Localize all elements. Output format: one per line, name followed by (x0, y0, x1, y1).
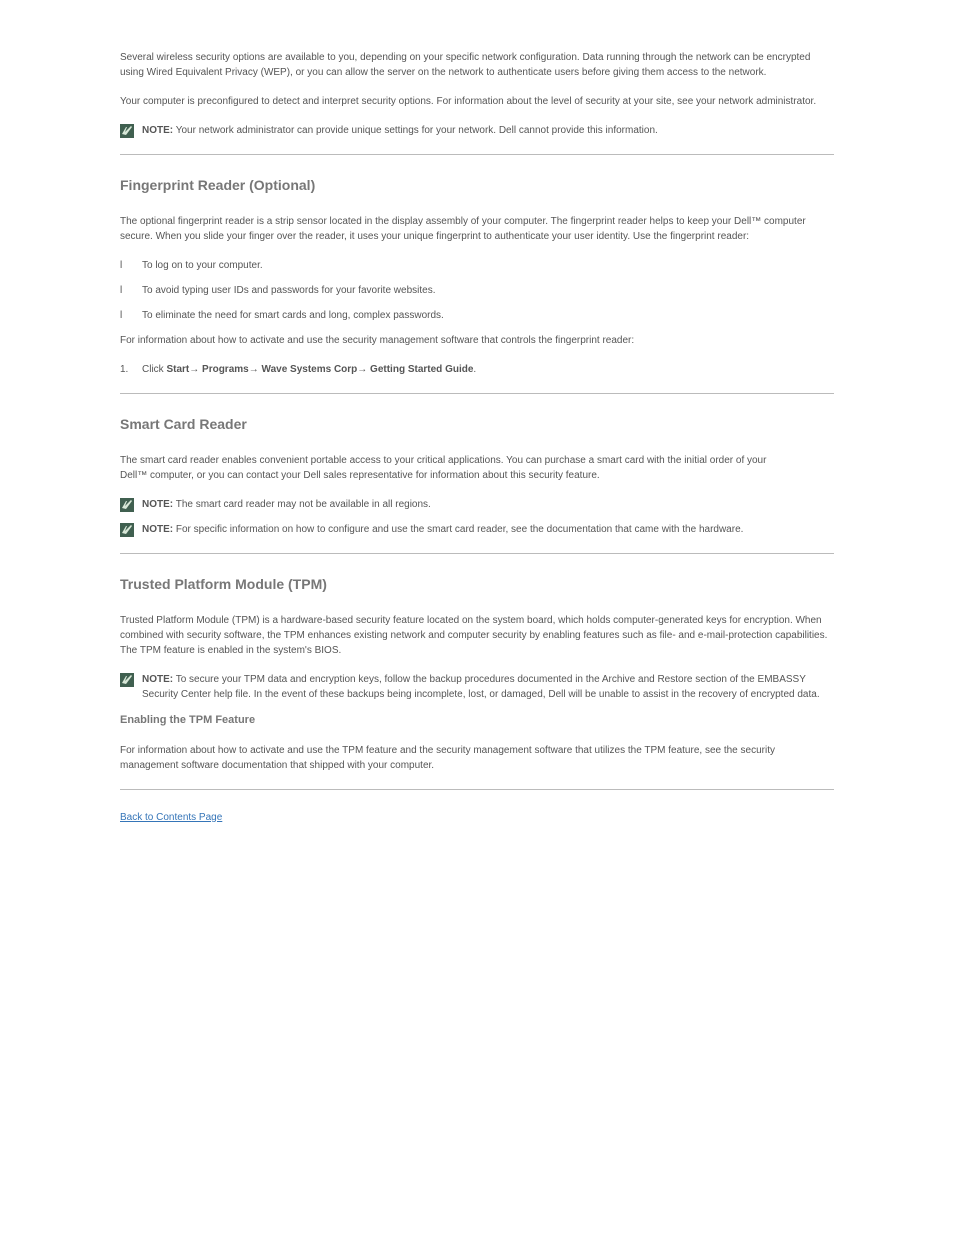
note-label: NOTE: (142, 499, 173, 510)
step-number: 1. (120, 362, 132, 377)
bullet-text: To avoid typing user IDs and passwords f… (142, 283, 435, 298)
back-link[interactable]: Back to Contents Page (120, 812, 222, 823)
step-gsg: Getting Started Guide (367, 364, 473, 375)
intro-p2: Your computer is preconfigured to detect… (120, 94, 834, 109)
step-wave: Wave Systems Corp (259, 364, 358, 375)
tpm-note: NOTE: To secure your TPM data and encryp… (120, 672, 834, 702)
section-divider (120, 789, 834, 790)
note-body: For specific information on how to confi… (173, 524, 743, 535)
section-divider (120, 553, 834, 554)
bullet-text: To log on to your computer. (142, 258, 263, 273)
note-icon (120, 498, 134, 512)
note-body: Your network administrator can provide u… (173, 125, 658, 136)
note-icon (120, 673, 134, 687)
smartcard-p1: The smart card reader enables convenient… (120, 453, 834, 483)
section-divider (120, 393, 834, 394)
smartcard-note2-text: NOTE: For specific information on how to… (142, 522, 743, 537)
fingerprint-p2: For information about how to activate an… (120, 333, 834, 348)
step-text: Click Start→ Programs→ Wave Systems Corp… (142, 362, 476, 377)
tpm-subheading: Enabling the TPM Feature (120, 712, 834, 729)
intro-p1: Several wireless security options are av… (120, 50, 834, 80)
smartcard-heading: Smart Card Reader (120, 414, 834, 435)
arrow-icon: → (189, 364, 199, 375)
step-start: Start (166, 364, 189, 375)
smartcard-p1a: The smart card reader enables convenient… (120, 455, 766, 466)
smartcard-p1b: Dell™ computer, or you can contact your … (120, 470, 600, 481)
note-body: To secure your TPM data and encryption k… (142, 674, 820, 700)
smartcard-note-2: NOTE: For specific information on how to… (120, 522, 834, 537)
note-label: NOTE: (142, 524, 173, 535)
note-body: The smart card reader may not be availab… (173, 499, 431, 510)
section-divider (120, 154, 834, 155)
fingerprint-bullet-1: l To log on to your computer. (120, 258, 834, 273)
fingerprint-p1: The optional fingerprint reader is a str… (120, 214, 834, 244)
arrow-icon: → (249, 364, 259, 375)
intro-note: NOTE: Your network administrator can pro… (120, 123, 834, 138)
step-pre: Click (142, 364, 166, 375)
tpm-p2: For information about how to activate an… (120, 743, 834, 773)
step-programs: Programs (199, 364, 248, 375)
fingerprint-heading: Fingerprint Reader (Optional) (120, 175, 834, 196)
tpm-note-text: NOTE: To secure your TPM data and encryp… (142, 672, 834, 702)
fingerprint-step-1: 1. Click Start→ Programs→ Wave Systems C… (120, 362, 834, 377)
note-label: NOTE: (142, 125, 173, 136)
step-after: . (473, 364, 476, 375)
tpm-p1: Trusted Platform Module (TPM) is a hardw… (120, 613, 834, 658)
bullet-marker: l (120, 308, 132, 323)
note-icon (120, 523, 134, 537)
fingerprint-bullet-2: l To avoid typing user IDs and passwords… (120, 283, 834, 298)
arrow-icon: → (357, 364, 367, 375)
smartcard-note-1: NOTE: The smart card reader may not be a… (120, 497, 834, 512)
tpm-heading: Trusted Platform Module (TPM) (120, 574, 834, 595)
note-label: NOTE: (142, 674, 173, 685)
bullet-marker: l (120, 283, 132, 298)
bullet-marker: l (120, 258, 132, 273)
fingerprint-bullet-3: l To eliminate the need for smart cards … (120, 308, 834, 323)
bullet-text: To eliminate the need for smart cards an… (142, 308, 444, 323)
note-icon (120, 124, 134, 138)
intro-note-text: NOTE: Your network administrator can pro… (142, 123, 658, 138)
smartcard-note1-text: NOTE: The smart card reader may not be a… (142, 497, 431, 512)
